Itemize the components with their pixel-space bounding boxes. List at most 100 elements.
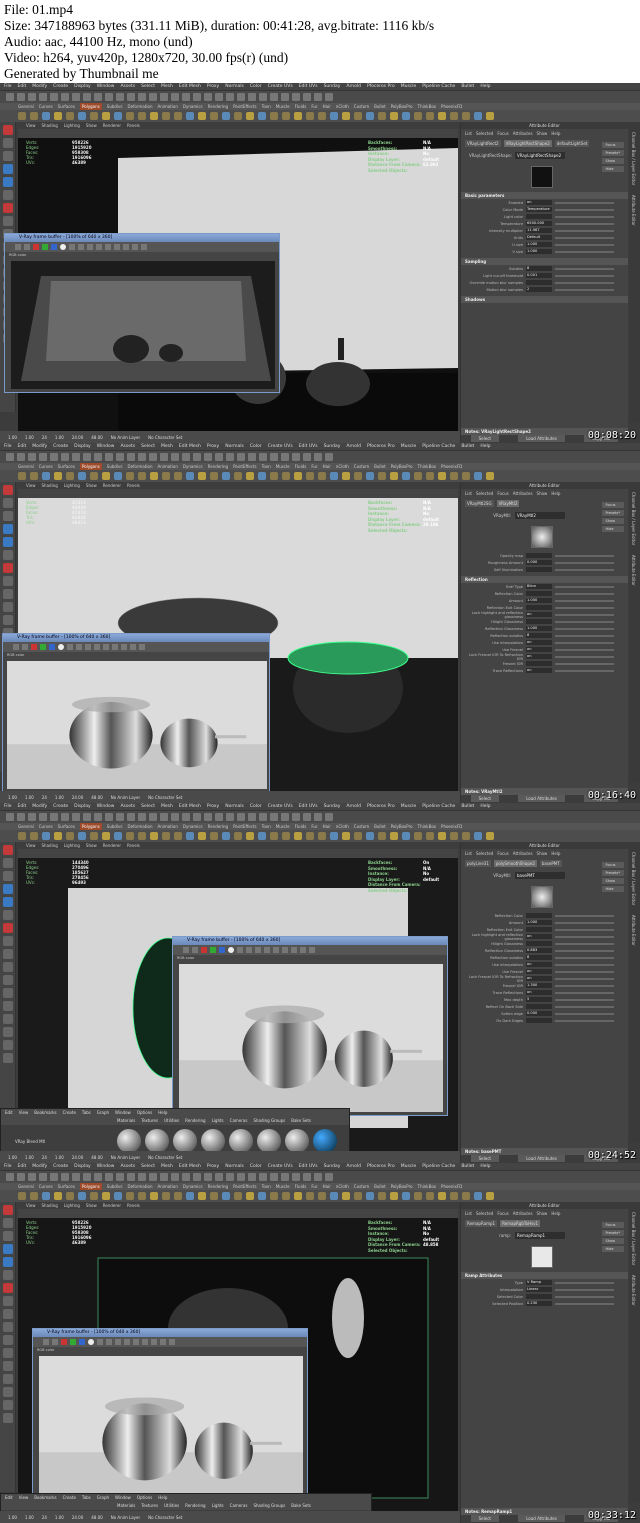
shelf-tool-icon[interactable] [162, 1192, 170, 1200]
status-tool-icon[interactable] [259, 93, 267, 101]
attr-section-header[interactable]: Sampling [461, 258, 628, 265]
menu-item[interactable]: Proxy [207, 803, 219, 810]
attr-value[interactable] [526, 1018, 552, 1023]
menu-item[interactable]: Assets [120, 1163, 135, 1170]
range-value[interactable]: 24.00 [72, 1515, 83, 1520]
shelf-tab[interactable]: Custom [354, 463, 369, 470]
shelf-tool-icon[interactable] [330, 1192, 338, 1200]
shelf-tab[interactable]: Subdivs [107, 103, 123, 110]
menu-item[interactable]: Display [74, 83, 91, 90]
tool-icon[interactable] [2, 845, 13, 855]
menu-item[interactable]: Select [141, 803, 155, 810]
attr-slider[interactable] [555, 914, 614, 917]
shelf-tool-icon[interactable] [78, 1192, 86, 1200]
attr-value[interactable] [526, 567, 552, 572]
shelf-tool-icon[interactable] [42, 1192, 50, 1200]
shelf-tool-icon[interactable] [234, 1192, 242, 1200]
shelf-tool-icon[interactable] [306, 832, 314, 840]
hypershade-menu-item[interactable]: Options [137, 1109, 152, 1117]
shelf-tab[interactable]: Fluids [295, 1183, 307, 1190]
status-tool-icon[interactable] [17, 813, 25, 821]
status-tool-icon[interactable] [149, 93, 157, 101]
shelf-tool-icon[interactable] [186, 472, 194, 480]
shelf-tool-icon[interactable] [390, 112, 398, 120]
status-tool-icon[interactable] [94, 1173, 102, 1181]
attr-slider[interactable] [555, 970, 614, 973]
menu-item[interactable]: Mesh [161, 803, 173, 810]
hypershade-menu-item[interactable]: Help [158, 1494, 167, 1502]
shelf-tab[interactable]: Polygons [79, 463, 102, 470]
hypershade-menu-item[interactable]: Options [137, 1494, 152, 1502]
menu-item[interactable]: Create UVs [268, 443, 293, 450]
shelf-tool-icon[interactable] [402, 472, 410, 480]
shelf-tool-icon[interactable] [462, 832, 470, 840]
shelf-tool-icon[interactable] [378, 832, 386, 840]
status-tool-icon[interactable] [6, 93, 14, 101]
vray-tool-icon[interactable] [78, 244, 84, 250]
vray-tool-icon[interactable] [130, 644, 136, 650]
shelf-tab[interactable]: General [18, 103, 34, 110]
shelf-tool-icon[interactable] [462, 472, 470, 480]
shelf-tool-icon[interactable] [450, 112, 458, 120]
attr-slider[interactable] [555, 1019, 614, 1022]
attr-bottom-button[interactable]: Select [470, 1515, 499, 1522]
range-value[interactable]: 1.00 [8, 435, 17, 440]
shelf-tool-icon[interactable] [210, 472, 218, 480]
tool-icon[interactable] [2, 138, 13, 148]
shelf-tab[interactable]: Curves [39, 103, 53, 110]
shelf-tab[interactable]: ThinkBox [418, 103, 436, 110]
range-slider[interactable]: 1.00 1.00 24 1.00 24.00 48.00 No Anim Layer No … [0, 1151, 460, 1163]
tool-icon[interactable] [2, 884, 13, 894]
shelf-tool-icon[interactable] [438, 832, 446, 840]
attr-menu-item[interactable]: Help [551, 1211, 560, 1216]
attr-value[interactable]: on [526, 640, 552, 645]
menu-item[interactable]: Assets [120, 803, 135, 810]
node-tab[interactable]: VRayLightRectShape2 [503, 140, 552, 147]
menu-item[interactable]: File [4, 1163, 12, 1170]
menu-item[interactable]: Pipeline Cache [422, 1163, 455, 1170]
status-tool-icon[interactable] [248, 813, 256, 821]
viewport-menu-item[interactable]: Shading [42, 1202, 58, 1209]
tool-icon[interactable] [2, 936, 13, 946]
attr-bottom-button[interactable]: Load Attributes [518, 1155, 565, 1162]
status-tool-icon[interactable] [116, 453, 124, 461]
node-tab[interactable]: VRayMtl2SG [465, 500, 494, 507]
tool-icon[interactable] [2, 897, 13, 907]
shelf-tool-icon[interactable] [282, 832, 290, 840]
shelf-tab[interactable]: Subdivs [107, 1183, 123, 1190]
menu-item[interactable]: Window [97, 1163, 115, 1170]
menu-item[interactable]: Create UVs [268, 1163, 293, 1170]
shelf-tool-icon[interactable] [126, 112, 134, 120]
status-tool-icon[interactable] [204, 813, 212, 821]
attr-value[interactable]: 1.000 [526, 249, 552, 254]
attr-value[interactable]: Temperature [526, 207, 552, 212]
menu-item[interactable]: Edit [18, 83, 27, 90]
hypershade-menu-item[interactable]: Graph [97, 1494, 109, 1502]
attr-value[interactable] [526, 1004, 552, 1009]
status-tool-icon[interactable] [105, 453, 113, 461]
vray-tool-icon[interactable] [79, 1339, 85, 1345]
range-value[interactable]: 24 [42, 1155, 47, 1160]
shelf-tab[interactable]: Bullet [374, 103, 386, 110]
status-tool-icon[interactable] [72, 1173, 80, 1181]
status-tool-icon[interactable] [28, 1173, 36, 1181]
tool-icon[interactable] [2, 164, 13, 174]
shelf-tool-icon[interactable] [330, 832, 338, 840]
shelf-tab[interactable]: PaintEffects [233, 103, 257, 110]
menu-item[interactable]: Pipeline Cache [422, 443, 455, 450]
side-tab[interactable]: Channel Box / Layer Editor [631, 492, 636, 545]
side-tab[interactable]: Attribute Editor [631, 1275, 636, 1306]
status-tool-icon[interactable] [303, 1173, 311, 1181]
tool-icon[interactable] [2, 589, 13, 599]
status-tool-icon[interactable] [160, 93, 168, 101]
tool-icon[interactable] [2, 563, 13, 573]
status-tool-icon[interactable] [248, 453, 256, 461]
material-ball[interactable] [201, 1129, 225, 1153]
attr-slider[interactable] [555, 620, 614, 623]
shelf-tool-icon[interactable] [234, 112, 242, 120]
shelf-tool-icon[interactable] [354, 472, 362, 480]
menu-item[interactable]: Muscle [401, 83, 417, 90]
range-value[interactable]: No Character Set [148, 435, 182, 440]
attr-slider[interactable] [555, 991, 614, 994]
menu-item[interactable]: Window [97, 803, 115, 810]
